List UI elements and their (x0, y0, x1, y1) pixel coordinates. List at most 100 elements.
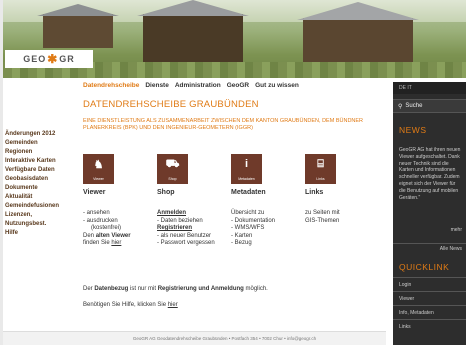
note-text: ist nur mit (128, 286, 158, 292)
menu-item-dienste[interactable]: Dienste (145, 82, 168, 89)
metadaten-tile-label: Metadaten (238, 177, 255, 181)
table-icon: ⌸ (317, 158, 324, 170)
quicklink-links[interactable]: Links (393, 319, 466, 333)
quicklink-login[interactable]: Login (393, 277, 466, 291)
search-icon: ⚲ (398, 103, 403, 110)
nav-item-hilfe[interactable]: Hilfe (5, 229, 79, 238)
viewer-line: Den alten Viewer (83, 233, 147, 241)
old-viewer-link[interactable]: hier (111, 240, 121, 246)
nav-item-geobasisdaten[interactable]: Geobasisdaten (5, 175, 79, 184)
links-heading: Links (305, 189, 324, 196)
right-sidebar: DE IT ⚲ Suche NEWS GeoGR AG hat ihren ne… (393, 82, 466, 345)
news-heading: NEWS (399, 125, 427, 135)
viewer-line: - ansehen (83, 210, 110, 216)
logo-text-left: GEO (23, 54, 47, 64)
nav-item-dokumente[interactable]: Dokumente (5, 184, 79, 193)
links-tile[interactable]: ⌸ Links (305, 154, 336, 184)
shop-tile[interactable]: ⛟ Shop (157, 154, 188, 184)
more-link[interactable]: mehr (393, 227, 466, 233)
search-box[interactable]: ⚲ Suche (393, 99, 466, 113)
note-text: Benötigen Sie Hilfe, klicken Sie (83, 302, 168, 308)
quicklink-viewer[interactable]: Viewer (393, 291, 466, 305)
nav-item-gemeindefusionen[interactable]: Gemeindefusionen (5, 202, 79, 211)
page-title: DATENDREHSCHEIBE GRAUBÜNDEN (83, 99, 259, 110)
anmelden-link[interactable]: Anmelden (157, 210, 221, 218)
links-line: GIS-Themen (305, 217, 340, 224)
nav-item-lizenzen[interactable]: Lizenzen, (5, 211, 79, 220)
main-content: Datendrehscheibe Dienste Administration … (83, 82, 383, 246)
metadaten-line: Übersicht zu (231, 210, 265, 216)
help-link[interactable]: hier (168, 302, 178, 308)
nav-item-interaktive-karten[interactable]: Interaktive Karten (5, 157, 79, 166)
metadaten-line: - Karten (231, 232, 253, 239)
quicklink-info-metadaten[interactable]: Info, Metadaten (393, 305, 466, 319)
links-text: zu Seiten mit GIS-Themen (305, 210, 369, 225)
header-banner: GEO ✱ GR (3, 0, 466, 78)
viewer-text: - ansehen - ausdrucken (kostenfrei) Den … (83, 210, 147, 248)
old-viewer-text: alten Viewer (95, 232, 131, 239)
note-bold: Datenbezug (94, 286, 129, 292)
geogr-logo[interactable]: GEO ✱ GR (5, 50, 93, 68)
metadaten-line: - Dokumentation (231, 217, 276, 224)
note-text: Der (83, 286, 95, 292)
viewer-line: finden Sie hier (83, 240, 147, 248)
help-note: Benötigen Sie Hilfe, klicken Sie hier (83, 302, 178, 308)
column-links: ⌸ Links Links zu Seiten mit GIS-Themen (305, 154, 369, 225)
hut-image (297, 2, 419, 68)
page-subtitle: EINE DIENSTLEISTUNG ALS ZUSAMMENARBEIT Z… (83, 118, 364, 131)
logo-text-right: GR (59, 54, 75, 64)
column-viewer: ♞ Viewer Viewer - ansehen - ausdrucken (… (83, 154, 147, 248)
nav-item-aktualitaet[interactable]: Aktualität (5, 193, 79, 202)
viewer-text-fragment: Den (83, 232, 96, 239)
left-navigation: Änderungen 2012 Gemeinden Regionen Inter… (5, 130, 79, 238)
column-metadaten: i Metadaten Metadaten Übersicht zu - Dok… (231, 154, 295, 248)
nav-item-verfuegbare-daten[interactable]: Verfügbare Daten (5, 166, 79, 175)
nav-item-gemeinden[interactable]: Gemeinden (5, 139, 79, 148)
viewer-line: (kostenfrei) (91, 225, 122, 231)
logo-star-icon: ✱ (47, 52, 59, 66)
cart-icon: ⛟ (165, 158, 180, 170)
shop-line: - als neuer Benutzer (157, 232, 212, 239)
viewer-tile-label: Viewer (93, 177, 104, 181)
nav-item-aenderungen[interactable]: Änderungen 2012 (5, 130, 79, 139)
passwort-vergessen-link[interactable]: - Passwort vergessen (157, 240, 221, 248)
links-tile-label: Links (316, 177, 325, 181)
quicklink-list: Login Viewer Info, Metadaten Links (393, 277, 466, 333)
quicklink-heading: QUICKLINK (399, 262, 450, 272)
column-shop: ⛟ Shop Shop Anmelden - Daten beziehen Re… (157, 154, 221, 248)
language-switch[interactable]: DE IT (393, 82, 466, 94)
shop-heading: Shop (157, 189, 175, 196)
metadaten-heading: Metadaten (231, 189, 266, 196)
nav-item-regionen[interactable]: Regionen (5, 148, 79, 157)
viewer-heading: Viewer (83, 189, 106, 196)
metadaten-line: - Bezug (231, 240, 252, 246)
viewer-tile[interactable]: ♞ Viewer (83, 154, 114, 184)
registrieren-link[interactable]: Registrieren (157, 225, 221, 233)
top-menu: Datendrehscheibe Dienste Administration … (83, 82, 383, 89)
footer: GeoGR AG Geodatendrehscheibe Graubünden … (3, 331, 386, 345)
note-bold: Registrierung und Anmeldung (157, 286, 244, 292)
links-line: zu Seiten mit (305, 210, 340, 216)
metadaten-tile[interactable]: i Metadaten (231, 154, 262, 184)
metadaten-line: - WMS/WFS (231, 225, 265, 231)
nav-item-nutzungsbest[interactable]: Nutzungsbest. (5, 220, 79, 229)
metadaten-text: Übersicht zu - Dokumentation - WMS/WFS -… (231, 210, 295, 248)
all-news-link[interactable]: Alle News (393, 243, 466, 254)
note-text: möglich. (243, 286, 268, 292)
menu-item-geogr[interactable]: GeoGR (227, 82, 249, 89)
hut-image (37, 4, 119, 48)
hut-image (137, 0, 249, 62)
viewer-line: - ausdrucken (83, 217, 118, 224)
news-text: GeoGR AG hat ihren neuen Viewer aufgesch… (399, 147, 461, 201)
menu-item-gut-zu-wissen[interactable]: Gut zu wissen (255, 82, 299, 89)
info-icon: i (244, 158, 249, 170)
shop-tile-label: Shop (168, 177, 177, 181)
viewer-text-fragment: finden Sie (83, 240, 112, 246)
shop-text: Anmelden - Daten beziehen Registrieren -… (157, 210, 221, 248)
ibex-icon: ♞ (93, 159, 104, 171)
registration-note: Der Datenbezug ist nur mit Registrierung… (83, 286, 268, 292)
menu-item-administration[interactable]: Administration (175, 82, 221, 89)
menu-item-datendrehscheibe[interactable]: Datendrehscheibe (83, 82, 139, 89)
shop-line: - Daten beziehen (157, 217, 203, 224)
search-label: Suche (405, 103, 423, 109)
